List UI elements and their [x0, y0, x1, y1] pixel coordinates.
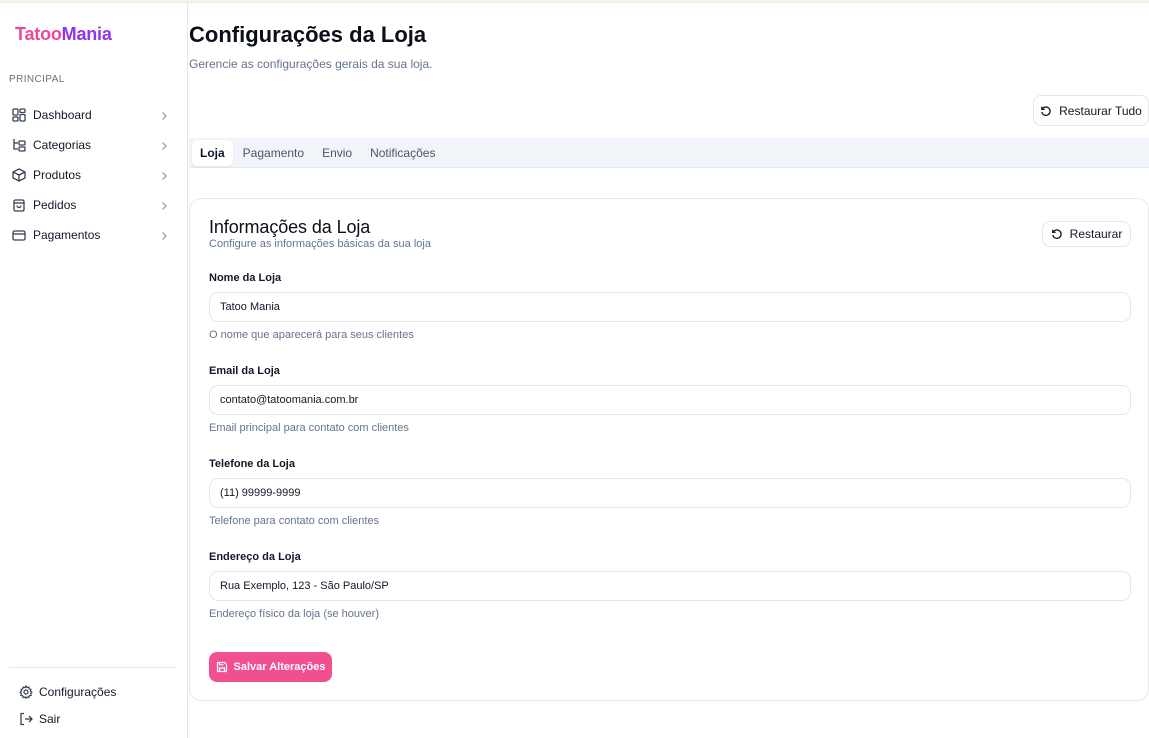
sidebar-item-dashboard[interactable]: Dashboard [0, 100, 188, 130]
restore-label: Restaurar [1069, 227, 1123, 241]
sidebar-item-categorias[interactable]: Categorias [0, 130, 188, 160]
store-name-help: O nome que aparecerá para seus clientes [209, 329, 414, 341]
sidebar-item-produtos[interactable]: Produtos [0, 160, 188, 190]
store-name-input[interactable] [209, 292, 1131, 322]
restore-button[interactable]: Restaurar [1042, 221, 1131, 247]
card-subtitle: Configure as informações básicas da sua … [209, 238, 431, 250]
sidebar-item-label: Pagamentos [33, 228, 101, 242]
restore-all-button[interactable]: Restaurar Tudo [1033, 95, 1149, 126]
sidebar-item-label: Produtos [33, 168, 82, 182]
chevron-right-icon [158, 169, 170, 181]
page-title: Configurações da Loja [189, 22, 427, 47]
sidebar-section-label: PRINCIPAL [9, 74, 65, 85]
store-info-card: Informações da Loja Configure as informa… [189, 198, 1149, 701]
sidebar-nav: Dashboard Categorias Produtos Pedidos Pa… [0, 100, 188, 250]
sidebar-item-label: Pedidos [33, 198, 77, 212]
rotate-ccw-icon [1040, 105, 1052, 117]
store-email-label: Email da Loja [209, 365, 280, 377]
chevron-right-icon [158, 229, 170, 241]
sidebar-item-sair[interactable]: Sair [19, 712, 60, 726]
save-changes-button[interactable]: Salvar Alterações [209, 652, 332, 682]
main-content: Configurações da Loja Gerencie as config… [189, 3, 1149, 738]
rotate-ccw-icon [1051, 228, 1063, 240]
store-name-label: Nome da Loja [209, 272, 282, 284]
chevron-right-icon [158, 199, 170, 211]
store-phone-help: Telefone para contato com clientes [209, 515, 379, 527]
settings-tabs: Loja Pagamento Envio Notificações [189, 138, 1149, 168]
chevron-right-icon [158, 109, 170, 121]
sidebar-item-pedidos[interactable]: Pedidos [0, 190, 188, 220]
tab-envio[interactable]: Envio [314, 140, 360, 166]
store-address-label: Endereço da Loja [209, 551, 301, 563]
dashboard-grid-icon [11, 107, 27, 123]
sidebar-item-label: Dashboard [33, 108, 92, 122]
sidebar-item-configuracoes[interactable]: Configurações [19, 685, 116, 699]
logout-icon [19, 712, 33, 726]
restore-all-label: Restaurar Tudo [1059, 103, 1142, 118]
box-icon [11, 167, 27, 183]
sidebar-item-label: Sair [39, 712, 61, 726]
gear-icon [19, 685, 33, 699]
brand-logo-part2: Mania [61, 24, 112, 44]
card-title: Informações da Loja [209, 217, 371, 237]
store-phone-input[interactable] [209, 478, 1131, 508]
store-email-input[interactable] [209, 385, 1131, 415]
tab-loja[interactable]: Loja [192, 139, 233, 166]
store-address-help: Endereço físico da loja (se houver) [209, 608, 379, 620]
store-phone-label: Telefone da Loja [209, 458, 295, 470]
store-email-help: Email principal para contato com cliente… [209, 422, 409, 434]
tab-pagamento[interactable]: Pagamento [235, 140, 312, 166]
sidebar-item-label: Configurações [39, 685, 117, 699]
store-address-input[interactable] [209, 571, 1131, 601]
shopping-bag-icon [11, 197, 27, 213]
chevron-right-icon [158, 139, 170, 151]
tab-notificacoes[interactable]: Notificações [362, 140, 443, 166]
sidebar: TatooMania PRINCIPAL Dashboard Categoria… [0, 3, 188, 738]
sidebar-divider [9, 667, 176, 668]
sidebar-item-label: Categorias [33, 138, 92, 152]
page-subtitle: Gerencie as configurações gerais da sua … [189, 57, 433, 71]
brand-logo-part1: Tatoo [15, 24, 62, 44]
category-tree-icon [11, 137, 27, 153]
save-icon [216, 661, 228, 673]
sidebar-item-pagamentos[interactable]: Pagamentos [0, 220, 188, 250]
credit-card-icon [11, 227, 27, 243]
save-changes-label: Salvar Alterações [233, 661, 326, 673]
brand-logo[interactable]: TatooMania [15, 24, 112, 45]
